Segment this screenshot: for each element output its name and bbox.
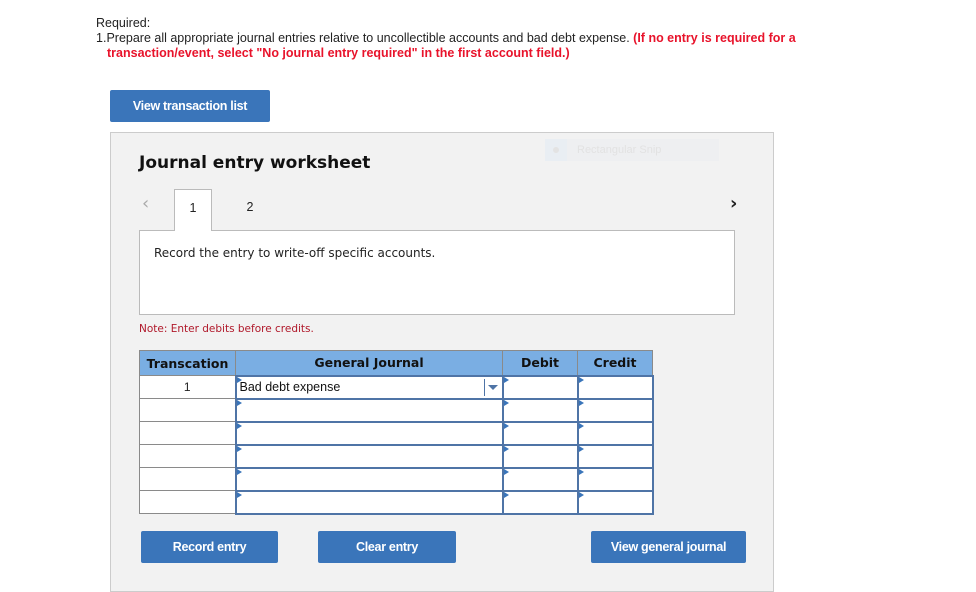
chevron-left-icon[interactable]: ‹	[142, 193, 149, 214]
chevron-right-icon[interactable]: ›	[730, 193, 737, 214]
debit-input[interactable]	[501, 466, 579, 492]
account-value: Bad debt expense	[239, 380, 341, 394]
table-row	[139, 466, 654, 492]
transaction-cell	[139, 421, 236, 445]
header-credit: Credit	[577, 350, 653, 376]
account-input[interactable]	[234, 443, 504, 469]
debits-note: Note: Enter debits before credits.	[139, 323, 314, 335]
tab-2[interactable]: 2	[231, 189, 269, 231]
entry-description: Record the entry to write-off specific a…	[154, 246, 436, 260]
debit-input[interactable]	[501, 397, 579, 423]
transaction-cell	[139, 490, 236, 514]
transaction-cell: 1	[139, 375, 236, 399]
table-header-row: Transcation General Journal Debit Credit	[139, 350, 653, 376]
transaction-cell	[139, 398, 236, 422]
entry-description-box: Record the entry to write-off specific a…	[139, 230, 735, 315]
debit-input[interactable]	[501, 489, 579, 515]
snip-label: Rectangular Snip	[577, 144, 662, 156]
account-input[interactable]	[234, 420, 504, 446]
credit-input[interactable]	[576, 374, 654, 400]
clear-entry-button[interactable]: Clear entry	[318, 531, 456, 563]
table-row	[139, 420, 654, 446]
account-select[interactable]: Bad debt expense	[234, 374, 504, 400]
table-row: 1 Bad debt expense	[139, 374, 654, 400]
dropdown-arrow-icon[interactable]	[483, 378, 502, 396]
instructions-heading: Required:	[96, 16, 151, 30]
instructions-note-red: (If no entry is required for a	[633, 31, 796, 45]
account-input[interactable]	[234, 397, 504, 423]
instructions: Required: 1.Prepare all appropriate jour…	[96, 16, 796, 61]
record-entry-button[interactable]: Record entry	[141, 531, 278, 563]
debit-input[interactable]	[501, 443, 579, 469]
instructions-text: Prepare all appropriate journal entries …	[106, 31, 630, 45]
header-general-journal: General Journal	[235, 350, 503, 376]
debit-input[interactable]	[501, 420, 579, 446]
header-transaction: Transcation	[139, 350, 236, 376]
debit-input[interactable]	[501, 374, 579, 400]
worksheet-title: Journal entry worksheet	[139, 153, 371, 173]
credit-input[interactable]	[576, 443, 654, 469]
item-number: 1.	[96, 31, 107, 45]
table-row	[139, 489, 654, 515]
snip-icon	[545, 139, 567, 161]
transaction-cell	[139, 444, 236, 468]
account-input[interactable]	[234, 489, 504, 515]
instructions-note-red-continued: transaction/event, select "No journal en…	[107, 46, 570, 60]
header-debit: Debit	[502, 350, 578, 376]
table-row	[139, 397, 654, 423]
journal-entry-worksheet-panel: Rectangular Snip Journal entry worksheet…	[110, 132, 774, 592]
credit-input[interactable]	[576, 420, 654, 446]
tab-1[interactable]: 1	[174, 189, 212, 231]
credit-input[interactable]	[576, 489, 654, 515]
transaction-cell	[139, 467, 236, 491]
table-row	[139, 443, 654, 469]
instructions-line: 1.Prepare all appropriate journal entrie…	[96, 31, 796, 46]
account-input[interactable]	[234, 466, 504, 492]
view-transaction-list-button[interactable]: View transaction list	[110, 90, 270, 122]
journal-entry-table: Transcation General Journal Debit Credit…	[139, 350, 654, 515]
credit-input[interactable]	[576, 397, 654, 423]
rectangular-snip-overlay: Rectangular Snip	[545, 139, 719, 161]
view-general-journal-button[interactable]: View general journal	[591, 531, 746, 563]
credit-input[interactable]	[576, 466, 654, 492]
